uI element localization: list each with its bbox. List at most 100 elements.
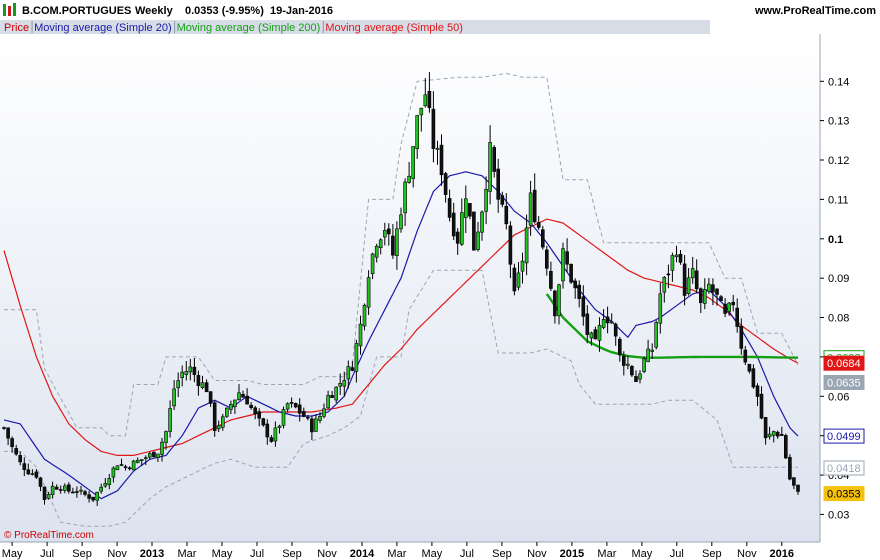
- candle-body-down: [694, 270, 699, 290]
- value-badge-label: 0.0499: [827, 431, 861, 443]
- candle-body-up: [346, 366, 351, 380]
- candle-body-down: [455, 231, 460, 244]
- candle-body-up: [148, 453, 152, 458]
- candle-body-up: [221, 416, 225, 428]
- x-tick-label: Sep: [492, 548, 512, 560]
- candle-body-up: [62, 485, 67, 491]
- candle-body-up: [771, 431, 776, 436]
- candle-body-down: [289, 402, 294, 404]
- candle-body-up: [334, 386, 339, 401]
- x-tick-label: 2016: [770, 548, 794, 560]
- candle-body-up: [322, 408, 326, 417]
- candle-body-up: [476, 231, 480, 251]
- candle-body-down: [613, 323, 618, 337]
- candle-body-down: [87, 494, 91, 499]
- candle-body-up: [131, 460, 136, 471]
- legend-item[interactable]: Moving average (Simple 20): [34, 22, 172, 34]
- candle: [788, 454, 792, 481]
- candle-body-up: [79, 489, 83, 492]
- candle-body-up: [419, 107, 424, 116]
- chart-canvas[interactable]: B.COM.PORTUGUES Weekly 0.0353 (-9.95%) 1…: [0, 0, 880, 560]
- candle-body-down: [796, 484, 800, 492]
- candle-body-down: [544, 249, 549, 269]
- stock-chart[interactable]: B.COM.PORTUGUES Weekly 0.0353 (-9.95%) 1…: [0, 0, 880, 560]
- candle-body-down: [492, 147, 497, 172]
- candle-body-down: [245, 395, 249, 405]
- candle-body-down: [621, 355, 626, 366]
- x-tick-label: Nov: [527, 548, 547, 560]
- candle-body-down: [83, 491, 87, 495]
- x-tick-label: Nov: [107, 548, 127, 560]
- candle-body-up: [111, 467, 116, 478]
- candle-body-down: [755, 385, 760, 397]
- candle-body-down: [350, 367, 355, 371]
- candle-body-down: [196, 375, 201, 386]
- value-badge-label: 0.0418: [827, 463, 861, 475]
- candle-body-up: [378, 239, 383, 249]
- candle-body-up: [358, 323, 363, 347]
- candle-body-down: [775, 431, 780, 437]
- legend-item[interactable]: Moving average (Simple 200): [177, 22, 321, 34]
- candle-body-down: [573, 280, 578, 289]
- candle-body-down: [508, 225, 513, 265]
- x-tick-label: May: [212, 548, 233, 560]
- candle-body-up: [156, 453, 160, 458]
- candle-body-down: [581, 296, 586, 317]
- credit-label: © ProRealTime.com: [4, 530, 94, 541]
- candle-body-up: [650, 349, 655, 352]
- candle: [540, 225, 545, 250]
- candle-body-down: [788, 457, 792, 480]
- candle-body-down: [779, 434, 784, 436]
- candle: [281, 406, 286, 429]
- candle-body-down: [783, 435, 788, 459]
- candle-body-down: [6, 427, 10, 439]
- candle-body-down: [249, 404, 253, 409]
- candle-body-up: [399, 214, 403, 230]
- candle-body-down: [472, 211, 476, 251]
- y-tick-label: 0.14: [828, 76, 849, 88]
- candle-body-down: [123, 466, 128, 468]
- candle-body-down: [293, 403, 298, 408]
- candle-body-down: [496, 168, 501, 200]
- candle-body-down: [427, 91, 432, 109]
- candle-body-down: [204, 382, 209, 393]
- candle-body-up: [459, 212, 464, 245]
- candle: [512, 263, 517, 296]
- candle-body-down: [443, 173, 448, 195]
- candle-body-up: [415, 115, 420, 149]
- y-tick-label: 0.11: [828, 194, 849, 206]
- candle-body-up: [516, 272, 521, 288]
- legend-item[interactable]: Price: [4, 22, 29, 34]
- y-tick-label: 0.09: [828, 273, 849, 285]
- y-tick-label: 0.06: [828, 391, 849, 403]
- candle-body-up: [435, 147, 440, 150]
- candle-body-down: [682, 263, 687, 296]
- candle-body-down: [500, 195, 505, 205]
- candle-body-down: [305, 416, 310, 419]
- candle-body-up: [557, 284, 561, 317]
- candle: [569, 263, 573, 284]
- candle-body-up: [601, 319, 606, 328]
- x-tick-label: Jul: [460, 548, 474, 560]
- candle: [472, 211, 476, 251]
- candle-body-down: [634, 376, 638, 382]
- candle-body-down: [67, 484, 71, 492]
- candle: [654, 320, 659, 350]
- x-tick-label: Jul: [40, 548, 54, 560]
- legend-item[interactable]: Moving average (Simple 50): [325, 22, 463, 34]
- candle-body-down: [536, 222, 541, 228]
- candle-body-up: [30, 473, 35, 476]
- date-label: 19-Jan-2016: [270, 5, 333, 17]
- x-tick-label: Jul: [670, 548, 684, 560]
- x-tick-label: May: [422, 548, 443, 560]
- candle-body-up: [184, 371, 189, 375]
- candle-body-up: [484, 189, 488, 212]
- candle-body-down: [22, 463, 27, 470]
- candle-body-down: [391, 235, 395, 256]
- y-tick-label: 0.08: [828, 313, 849, 325]
- candle-body-up: [727, 302, 731, 312]
- candle-body-up: [674, 254, 679, 258]
- candle-body-up: [670, 255, 675, 271]
- candle-body-down: [577, 284, 582, 299]
- candle-body-down: [747, 363, 752, 372]
